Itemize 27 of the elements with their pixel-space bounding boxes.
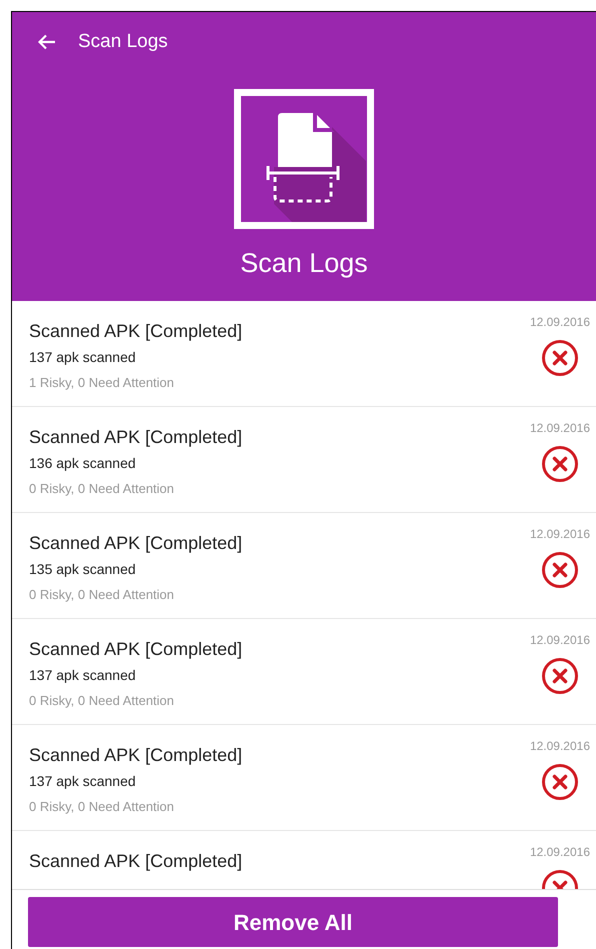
log-date: 12.09.2016 [530, 844, 590, 861]
log-title: Scanned APK [Completed] [29, 426, 244, 449]
scan-summary: 0 Risky, 0 Need Attention [29, 480, 176, 498]
log-date: 12.09.2016 [530, 632, 590, 649]
scan-count: 135 apk scanned [29, 560, 137, 579]
scan-summary: 0 Risky, 0 Need Attention [29, 692, 176, 710]
log-date: 12.09.2016 [530, 738, 590, 755]
scan-count: 136 apk scanned [29, 454, 137, 473]
scan-count: 137 apk scanned [29, 348, 137, 367]
log-date: 12.09.2016 [530, 420, 590, 437]
scan-summary: 1 Risky, 0 Need Attention [29, 374, 176, 392]
log-title: Scanned APK [Completed] [29, 638, 244, 661]
hero-title: Scan Logs [240, 247, 368, 280]
scan-summary: 0 Risky, 0 Need Attention [29, 798, 176, 816]
log-title: Scanned APK [Completed] [29, 532, 244, 555]
log-title: Scanned APK [Completed] [29, 320, 244, 343]
document-scan-icon [234, 89, 374, 229]
app-bar-title: Scan Logs [78, 30, 168, 54]
remove-all-button[interactable]: Remove All [28, 897, 558, 947]
log-title: Scanned APK [Completed] [29, 850, 244, 873]
scan-count: 137 apk scanned [29, 666, 137, 685]
scan-summary: 0 Risky, 0 Need Attention [29, 586, 176, 604]
back-arrow-icon[interactable] [38, 34, 56, 50]
scan-count: 137 apk scanned [29, 772, 137, 791]
log-date: 12.09.2016 [530, 314, 590, 331]
log-date: 12.09.2016 [530, 526, 590, 543]
log-title: Scanned APK [Completed] [29, 744, 244, 767]
